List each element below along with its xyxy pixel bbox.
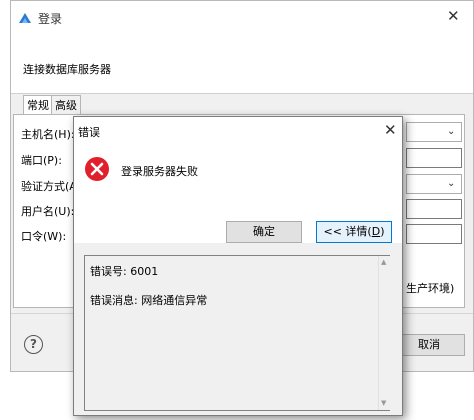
- chevron-down-icon: ⌄: [447, 178, 456, 189]
- port-input[interactable]: [406, 148, 462, 168]
- app-logo-icon: [19, 13, 31, 23]
- error-close-icon[interactable]: ✕: [384, 121, 397, 139]
- password-input[interactable]: [406, 224, 462, 244]
- help-icon[interactable]: ?: [24, 335, 43, 354]
- details-suffix: ): [380, 225, 385, 238]
- details-accesskey: D: [371, 225, 381, 238]
- auth-combo[interactable]: ⌄: [406, 174, 462, 194]
- user-input[interactable]: [406, 199, 462, 219]
- details-textbox[interactable]: 错误号: 6001 错误消息: 网络通信异常 ▲ ▼: [84, 255, 390, 411]
- login-header-text: 连接数据库服务器: [23, 63, 111, 76]
- ok-button[interactable]: 确定: [226, 221, 302, 243]
- host-label: 主机名(H):: [21, 128, 75, 141]
- chevron-down-icon: ⌄: [447, 126, 456, 137]
- error-title: 错误: [78, 126, 100, 139]
- login-titlebar: 登录 ✕: [11, 1, 473, 35]
- details-button[interactable]: << 详情(D): [316, 221, 392, 243]
- details-prefix: << 详情(: [323, 225, 372, 238]
- error-titlebar: 错误 ✕: [74, 117, 402, 143]
- login-title: 登录: [38, 12, 63, 26]
- scroll-down-icon[interactable]: ▼: [381, 399, 386, 407]
- login-close-icon[interactable]: ✕: [447, 7, 460, 25]
- tab-advanced[interactable]: 高级: [51, 95, 81, 115]
- production-env-label: 生产环境): [406, 282, 455, 295]
- cancel-button[interactable]: 取消: [393, 334, 465, 356]
- host-combo[interactable]: ⌄: [406, 122, 462, 142]
- error-message: 登录服务器失败: [121, 165, 198, 178]
- tab-general[interactable]: 常规: [23, 95, 53, 115]
- error-message-line: 错误消息: 网络通信异常: [90, 294, 208, 307]
- error-circle-icon: [85, 157, 109, 181]
- port-label: 端口(P):: [21, 154, 62, 167]
- error-code-line: 错误号: 6001: [90, 265, 159, 278]
- error-dialog: 错误 ✕ 登录服务器失败 确定 << 详情(D) 错误号: 6001 错误消息:…: [73, 116, 403, 416]
- details-scrollbar[interactable]: ▲ ▼: [378, 256, 390, 410]
- scroll-up-icon[interactable]: ▲: [381, 258, 386, 266]
- password-label: 口令(W):: [21, 230, 67, 243]
- user-label: 用户名(U):: [21, 205, 75, 218]
